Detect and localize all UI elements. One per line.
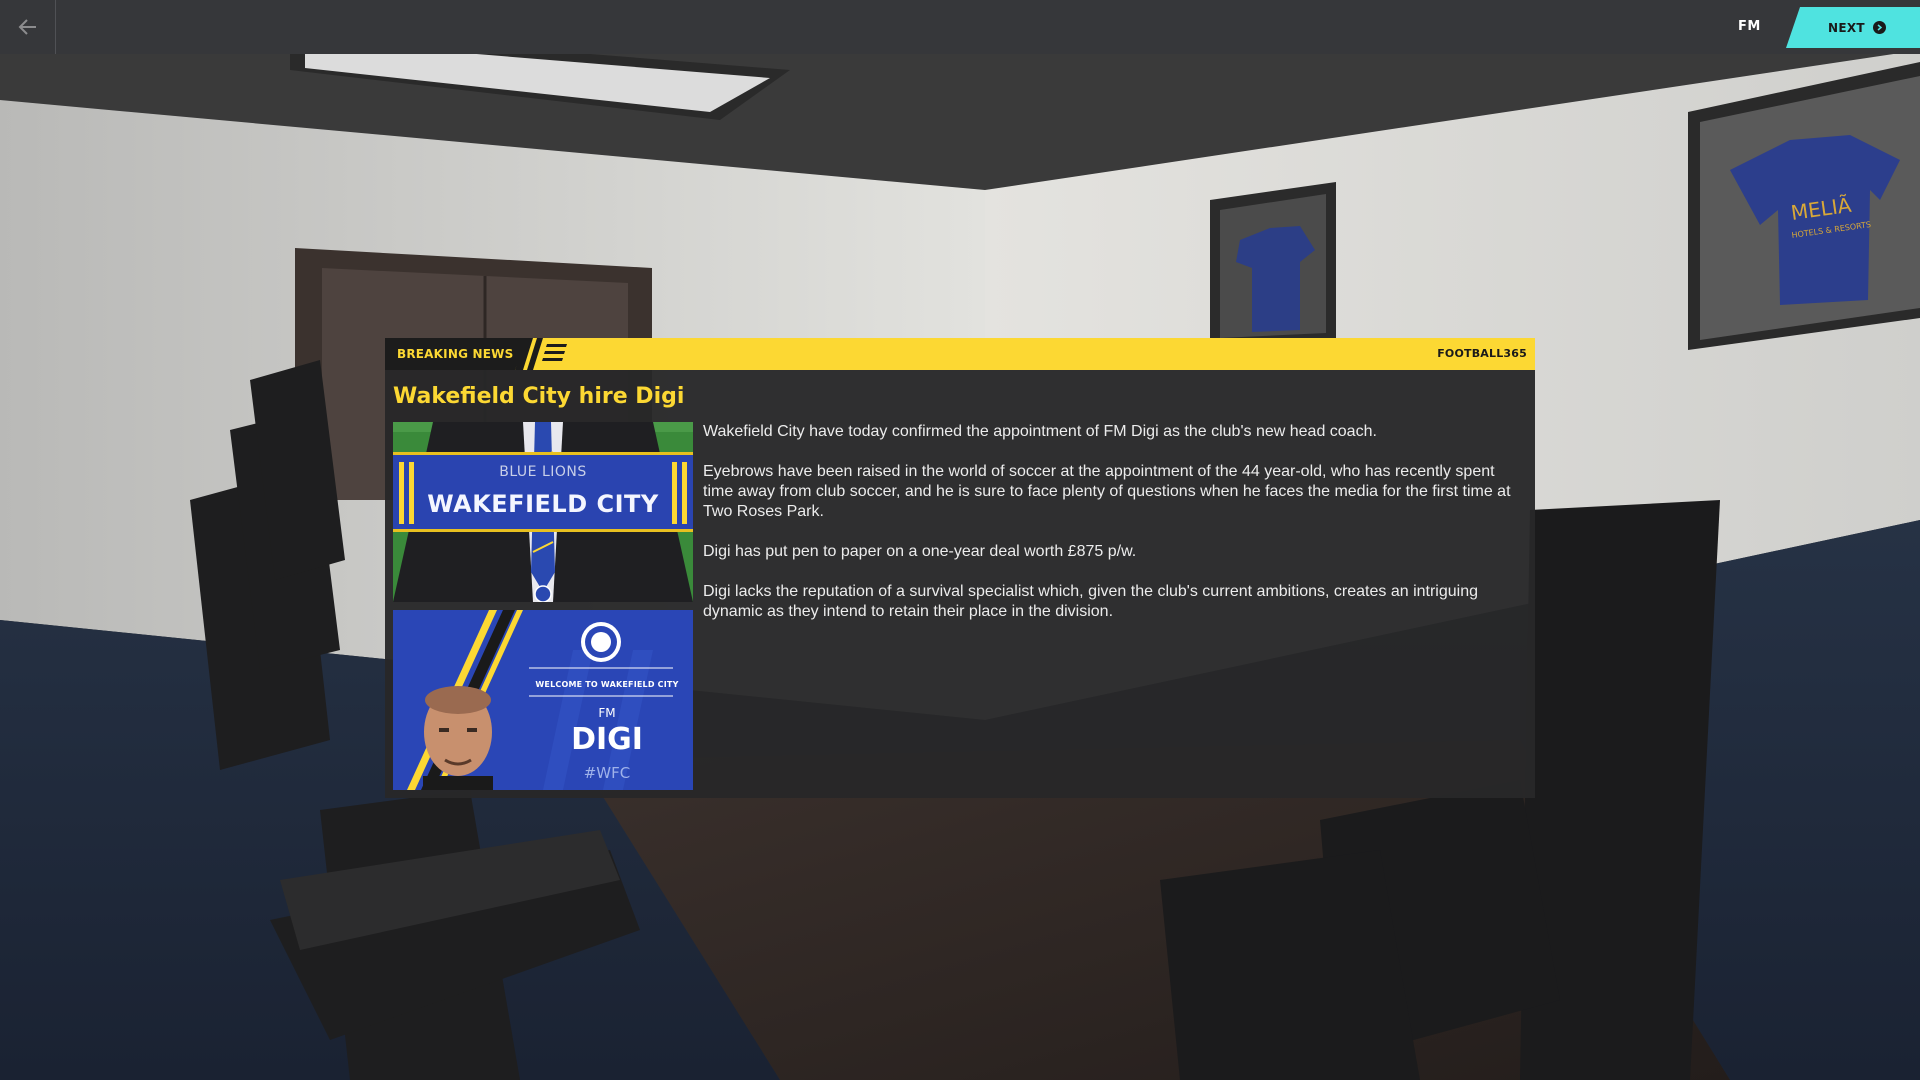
article-paragraph: Digi has put pen to paper on a one-year … (703, 543, 1137, 560)
scarf-main-text: WAKEFIELD CITY (427, 490, 659, 518)
breaking-news-tag: BREAKING NEWS (385, 338, 527, 370)
scarf-top-text: BLUE LIONS (499, 464, 587, 480)
fm-logo: FM (1738, 19, 1761, 34)
welcome-line: WELCOME TO WAKEFIELD CITY (535, 680, 679, 689)
news-header: BREAKING NEWS FOOTBALL365 (385, 338, 1535, 370)
welcome-hashtag: #WFC (583, 764, 631, 782)
next-button[interactable]: NEXT (1786, 7, 1920, 48)
article-paragraph: Eyebrows have been raised in the world o… (703, 463, 1511, 520)
back-arrow-icon (18, 19, 36, 35)
news-source: FOOTBALL365 (1437, 347, 1527, 360)
back-button[interactable] (0, 0, 56, 54)
scarf-image: BLUE LIONS WAKEFIELD CITY (393, 422, 693, 602)
news-article: Wakefield City have today confirmed the … (703, 422, 1527, 642)
top-bar: FM NEXT (0, 0, 1920, 54)
next-button-label: NEXT (1828, 20, 1865, 35)
article-paragraph: Wakefield City have today confirmed the … (703, 423, 1377, 440)
news-headline: Wakefield City hire Digi (393, 384, 685, 409)
welcome-image: WELCOME TO WAKEFIELD CITY FM DIGI #WFC (393, 610, 693, 790)
chevron-right-circle-icon (1872, 21, 1886, 34)
news-panel: BREAKING NEWS FOOTBALL365 Wakefield City… (385, 338, 1535, 798)
header-stripes-decoration (515, 338, 567, 370)
article-paragraph: Digi lacks the reputation of a survival … (703, 583, 1478, 620)
breaking-news-label: BREAKING NEWS (397, 347, 514, 361)
welcome-name: DIGI (571, 722, 643, 757)
welcome-prefix: FM (598, 706, 616, 720)
